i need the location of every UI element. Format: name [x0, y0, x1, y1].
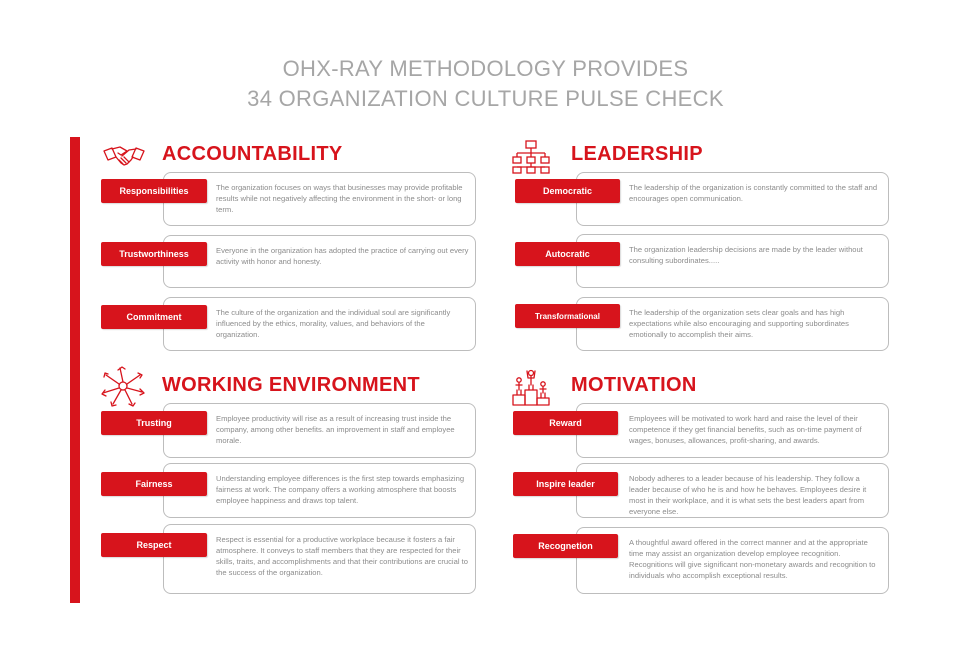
- item-text: The organization leadership decisions ar…: [629, 245, 863, 265]
- accent-bar: [70, 137, 80, 603]
- item-box-recognetion: A thoughtful award offered in the correc…: [576, 527, 889, 594]
- podium-icon: [512, 369, 550, 406]
- handshake-icon: [103, 146, 145, 166]
- item-text: Nobody adheres to a leader because of hi…: [629, 474, 867, 516]
- label-respect: Respect: [101, 533, 207, 557]
- item-box-reward: Employees will be motivated to work hard…: [576, 403, 889, 458]
- label-autocratic: Autocratic: [515, 242, 620, 266]
- section-title-motivation: MOTIVATION: [571, 374, 697, 396]
- label-trustworthiness: Trustworthiness: [101, 242, 207, 266]
- label-recognetion: Recognetion: [513, 534, 618, 558]
- item-box-democratic: The leadership of the organization is co…: [576, 172, 889, 226]
- item-text: A thoughtful award offered in the correc…: [629, 538, 876, 580]
- item-text: The leadership of the organization is co…: [629, 183, 878, 203]
- label-reward: Reward: [513, 411, 618, 435]
- section-title-working-environment: WORKING ENVIRONMENT: [162, 374, 420, 396]
- item-text: Respect is essential for a productive wo…: [216, 535, 468, 577]
- label-trusting: Trusting: [101, 411, 207, 435]
- item-text: Understanding employee differences is th…: [216, 474, 465, 505]
- item-box-autocratic: The organization leadership decisions ar…: [576, 234, 889, 288]
- team-hands-icon: [101, 366, 145, 407]
- label-commitment: Commitment: [101, 305, 207, 329]
- org-chart-icon: [512, 140, 550, 174]
- item-box-fairness: Understanding employee differences is th…: [163, 463, 476, 518]
- item-text: The organization focuses on ways that bu…: [216, 183, 463, 214]
- item-box-transformational: The leadership of the organization sets …: [576, 297, 889, 351]
- label-responsibilities: Responsibilities: [101, 179, 207, 203]
- label-inspire-leader: Inspire leader: [513, 472, 618, 496]
- item-box-trusting: Employee productivity will rise as a res…: [163, 403, 476, 458]
- item-text: Employees will be motivated to work hard…: [629, 414, 862, 445]
- item-box-trustworthiness: Everyone in the organization has adopted…: [163, 235, 476, 288]
- label-fairness: Fairness: [101, 472, 207, 496]
- label-transformational: Transformational: [515, 304, 620, 328]
- page-title-line-1: OHX-RAY METHODOLOGY PROVIDES: [282, 56, 689, 81]
- item-text: Everyone in the organization has adopted…: [216, 246, 469, 266]
- label-democratic: Democratic: [515, 179, 620, 203]
- item-box-inspire-leader: Nobody adheres to a leader because of hi…: [576, 463, 889, 518]
- item-box-respect: Respect is essential for a productive wo…: [163, 524, 476, 594]
- item-box-commitment: The culture of the organization and the …: [163, 297, 476, 351]
- item-text: Employee productivity will rise as a res…: [216, 414, 455, 445]
- item-text: The leadership of the organization sets …: [629, 308, 849, 339]
- page-title-line-2: 34 ORGANIZATION CULTURE PULSE CHECK: [247, 86, 724, 111]
- section-title-accountability: ACCOUNTABILITY: [162, 143, 343, 165]
- section-title-leadership: LEADERSHIP: [571, 143, 703, 165]
- item-box-responsibilities: The organization focuses on ways that bu…: [163, 172, 476, 226]
- item-text: The culture of the organization and the …: [216, 308, 451, 339]
